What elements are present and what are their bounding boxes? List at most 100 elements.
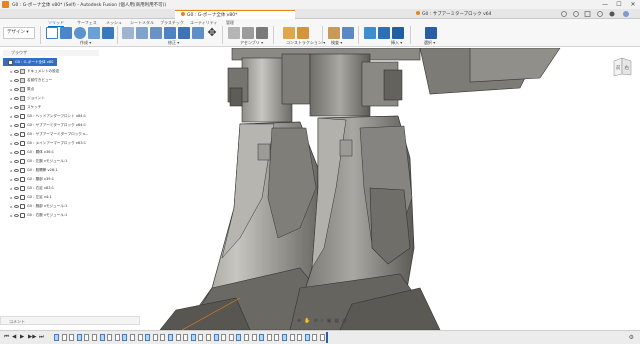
new-component-icon[interactable] <box>228 27 240 39</box>
visibility-icon[interactable] <box>14 105 19 109</box>
timeline-feature-icon[interactable] <box>274 334 280 341</box>
tab-plastic[interactable]: プラスチック <box>160 20 184 26</box>
insert-mesh-icon[interactable] <box>378 27 390 39</box>
joint-icon[interactable] <box>242 27 254 39</box>
timeline-feature-icon[interactable] <box>152 334 158 341</box>
timeline-marker[interactable] <box>326 332 328 343</box>
browser-item[interactable]: ▸ ドキュメントの設定 <box>9 67 59 75</box>
pan-icon[interactable]: ✋ <box>304 318 310 324</box>
timeline-feature-icon[interactable] <box>175 334 181 341</box>
browser-item[interactable]: ▸ G0 : 左腕 vモジュール:1 <box>9 157 67 165</box>
timeline-feature-icon[interactable] <box>213 334 219 341</box>
timeline-feature-icon[interactable] <box>221 334 227 341</box>
combine-icon[interactable] <box>178 27 190 39</box>
workspace-selector[interactable]: デザイン ▾ <box>3 27 35 39</box>
shell-icon[interactable] <box>164 27 176 39</box>
browser-item[interactable]: ▸ G0 : 右腕 vモジュール:1 <box>9 211 67 219</box>
browser-item[interactable]: ▸ スケッチ <box>9 103 41 111</box>
visibility-icon[interactable] <box>14 69 19 73</box>
browser-item[interactable]: ▸ G0 : サブアーマーミターブロック v... <box>9 130 88 138</box>
timeline-feature-icon[interactable] <box>320 334 325 341</box>
timeline-feature-icon[interactable] <box>99 334 105 341</box>
timeline-feature-icon[interactable] <box>297 334 303 341</box>
timeline-feature-icon[interactable] <box>198 334 204 341</box>
timeline-settings-icon[interactable]: ⚙ <box>629 334 634 341</box>
fit-icon[interactable]: ⌕ <box>321 318 324 324</box>
construct-menu[interactable]: コンストラクション ▾ <box>286 40 325 46</box>
browser-item[interactable]: ▸ G0 : ヘッドアンダーフロント v84:1 <box>9 112 86 120</box>
insert-svg-icon[interactable] <box>392 27 404 39</box>
offset-plane-icon[interactable] <box>283 27 295 39</box>
close-button[interactable]: ✕ <box>626 0 640 9</box>
sweep-icon[interactable] <box>88 27 100 39</box>
tab-manage[interactable]: 管理 <box>226 20 234 26</box>
browser-item[interactable]: ▸ ジョイント <box>9 94 45 102</box>
browser-item[interactable]: ▸ G0 : サブアーミターブロック v64:1 <box>9 121 86 129</box>
grid-icon[interactable]: ▦ <box>334 318 339 324</box>
visibility-icon[interactable] <box>14 204 19 208</box>
zoom-icon[interactable]: ⊕ <box>314 318 318 324</box>
visibility-icon[interactable] <box>14 168 19 172</box>
timeline-feature-icon[interactable] <box>114 334 120 341</box>
timeline-last-button[interactable]: ⏭ <box>39 334 44 341</box>
timeline-feature-icon[interactable] <box>183 334 189 341</box>
visibility-icon[interactable] <box>14 141 19 145</box>
timeline-feature-icon[interactable] <box>84 334 90 341</box>
tab-mesh[interactable]: メッシュ <box>106 20 122 26</box>
interference-icon[interactable] <box>342 27 354 39</box>
minimize-button[interactable]: — <box>598 0 612 9</box>
visibility-icon[interactable] <box>14 195 19 199</box>
comments-panel[interactable]: コメント <box>0 316 140 325</box>
select-menu[interactable]: 選択 ▾ <box>424 40 435 46</box>
browser-item[interactable]: ▸ G0 : 右足 v83:1 <box>9 184 54 192</box>
timeline-feature-icon[interactable] <box>251 334 257 341</box>
timeline-feature-icon[interactable] <box>244 334 249 341</box>
timeline-feature-icon[interactable] <box>160 334 166 341</box>
chamfer-icon[interactable] <box>150 27 162 39</box>
display-icon[interactable]: ▣ <box>327 318 332 324</box>
measure-icon[interactable] <box>328 27 340 39</box>
timeline-prev-button[interactable]: ◀ <box>12 334 16 340</box>
timeline-feature-icon[interactable] <box>92 334 97 341</box>
extrude-icon[interactable] <box>60 27 72 39</box>
timeline-feature-icon[interactable] <box>130 334 135 341</box>
select-icon[interactable] <box>425 27 437 39</box>
orbit-icon[interactable]: ✥ <box>297 318 301 324</box>
timeline-feature-icon[interactable] <box>289 334 295 341</box>
timeline-feature-icon[interactable] <box>107 334 113 341</box>
timeline-feature-icon[interactable] <box>168 334 173 341</box>
visibility-icon[interactable] <box>14 177 19 181</box>
visibility-icon[interactable] <box>14 78 19 82</box>
timeline-feature-icon[interactable] <box>228 334 234 341</box>
new-sketch-icon[interactable] <box>46 27 58 39</box>
plane-at-angle-icon[interactable] <box>297 27 309 39</box>
browser-item[interactable]: ▸ G0 : 腕部 vモジュール:1 <box>9 202 67 210</box>
visibility-icon[interactable] <box>14 132 19 136</box>
scale-icon[interactable] <box>192 27 204 39</box>
inspect-menu[interactable]: 検査 ▾ <box>331 40 342 46</box>
visibility-icon[interactable] <box>14 96 19 100</box>
as-built-joint-icon[interactable] <box>256 27 268 39</box>
visibility-icon[interactable] <box>14 123 19 127</box>
browser-item[interactable]: ▸ G0 : 胴体 v36:1 <box>9 148 54 156</box>
press-pull-icon[interactable] <box>122 27 134 39</box>
maximize-button[interactable]: ☐ <box>612 0 626 9</box>
timeline-feature-icon[interactable] <box>206 334 211 341</box>
timeline-feature-icon[interactable] <box>312 334 318 341</box>
tab-sheetmetal[interactable]: シートメタル <box>130 20 154 26</box>
insert-menu[interactable]: 挿入 ▾ <box>391 40 402 46</box>
timeline-feature-icon[interactable] <box>137 334 143 341</box>
timeline-feature-icon[interactable] <box>190 334 196 341</box>
fillet-icon[interactable] <box>136 27 148 39</box>
timeline-feature-icon[interactable] <box>76 334 82 341</box>
timeline-feature-icon[interactable] <box>54 334 59 341</box>
browser-root[interactable]: ▾ G0 : G-ボーナ全体 v80 <box>3 58 58 66</box>
create-menu[interactable]: 作成 ▾ <box>80 40 91 46</box>
timeline-feature-icon[interactable] <box>122 334 128 341</box>
visibility-icon[interactable] <box>14 87 19 91</box>
timeline-feature-icon[interactable] <box>266 334 272 341</box>
tab-surface[interactable]: サーフェス <box>77 20 97 26</box>
doc-tab-secondary[interactable]: G0 : サブアーミターブロック v64 <box>410 10 530 19</box>
timeline-feature-icon[interactable] <box>69 334 75 341</box>
timeline-feature-icon[interactable] <box>282 334 287 341</box>
